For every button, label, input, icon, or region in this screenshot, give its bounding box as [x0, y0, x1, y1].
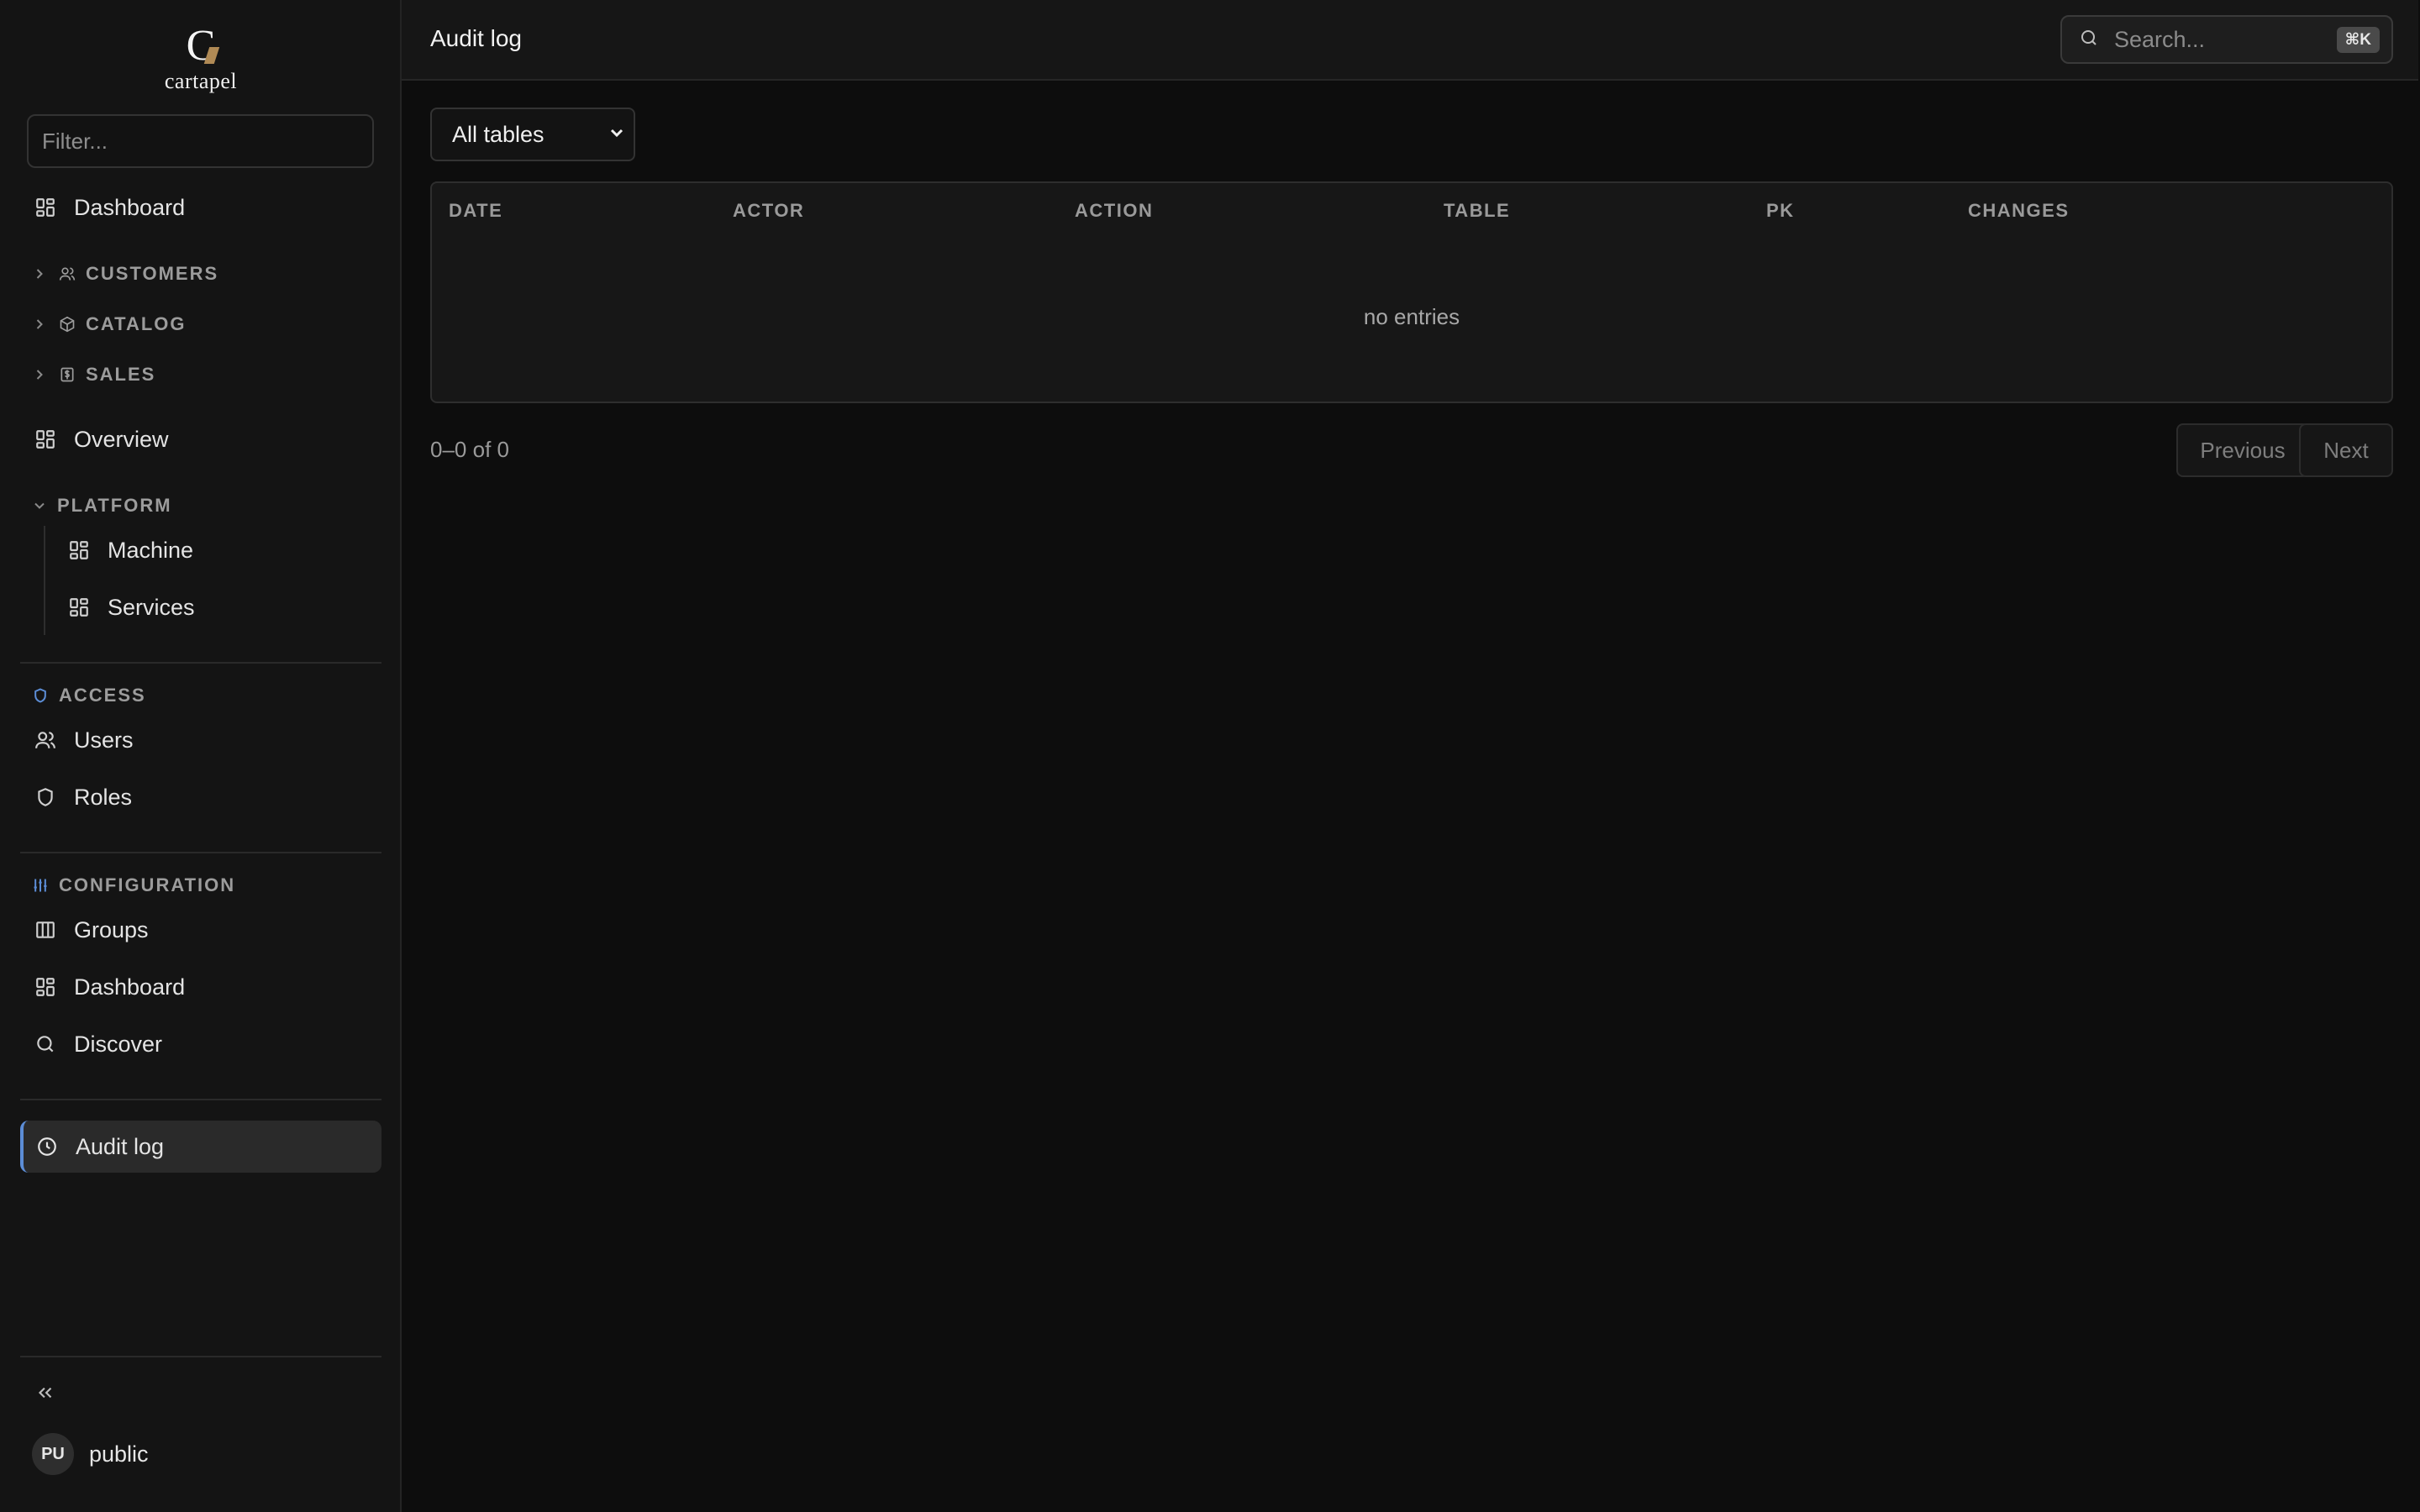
- avatar: PU: [32, 1433, 74, 1475]
- shortcut-badge: ⌘K: [2336, 26, 2380, 53]
- chevron-right-icon: [30, 365, 49, 384]
- chevron-down-icon: [607, 123, 627, 147]
- sidebar-divider: [20, 1099, 381, 1100]
- tree-line: [44, 526, 45, 635]
- column-header-action[interactable]: ACTION: [1075, 200, 1153, 222]
- brand-logo[interactable]: C cartapel: [0, 24, 402, 94]
- sidebar-item-label: Dashboard: [74, 194, 186, 220]
- chevron-right-icon: [30, 265, 49, 283]
- sidebar-item-label: Users: [74, 727, 134, 753]
- section-label: SALES: [86, 364, 156, 385]
- section-catalog[interactable]: CATALOG: [30, 307, 187, 341]
- users-icon: [34, 728, 57, 752]
- sidebar-item-label: Roles: [74, 784, 133, 810]
- sidebar-divider: [20, 662, 381, 664]
- section-label: CUSTOMERS: [86, 263, 219, 284]
- section-label: CONFIGURATION: [59, 874, 236, 895]
- sidebar-item-groups[interactable]: Groups: [20, 904, 381, 956]
- user-menu[interactable]: PU public: [32, 1433, 149, 1475]
- sliders-icon: [30, 875, 50, 895]
- sidebar-divider: [20, 852, 381, 853]
- grid-icon: [67, 538, 91, 562]
- logo-mark: C: [187, 24, 220, 68]
- chevron-right-icon: [30, 315, 49, 333]
- global-search[interactable]: Search... ⌘K: [2060, 15, 2393, 64]
- sidebar-item-users[interactable]: Users: [20, 714, 381, 766]
- sidebar-filter-input[interactable]: [27, 114, 374, 168]
- sidebar-item-overview[interactable]: Overview: [20, 413, 381, 465]
- sidebar-item-label: Discover: [74, 1031, 163, 1057]
- column-header-pk[interactable]: PK: [1766, 200, 1795, 222]
- sidebar-item-label: Services: [108, 594, 195, 620]
- shield-icon: [34, 785, 57, 809]
- logo-wordmark: cartapel: [164, 69, 238, 93]
- sidebar-item-dashboard[interactable]: Dashboard: [20, 181, 381, 234]
- main-content: Audit log Search... ⌘K All tables DATE A…: [402, 0, 2420, 1512]
- grid-icon: [34, 196, 57, 219]
- top-bar: Audit log Search... ⌘K: [402, 0, 2418, 81]
- column-header-table[interactable]: TABLE: [1444, 200, 1510, 222]
- next-page-button[interactable]: Next: [2299, 423, 2393, 477]
- search-icon: [34, 1032, 57, 1056]
- section-platform[interactable]: PLATFORM: [30, 489, 172, 522]
- clock-icon: [35, 1135, 59, 1158]
- section-label: CATALOG: [86, 313, 187, 334]
- section-sales[interactable]: SALES: [30, 358, 155, 391]
- sidebar-item-label: Groups: [74, 916, 149, 942]
- chevron-down-icon: [30, 496, 49, 515]
- section-customers[interactable]: CUSTOMERS: [30, 257, 218, 291]
- sidebar-item-roles[interactable]: Roles: [20, 771, 381, 823]
- dollar-square-icon: [57, 365, 77, 385]
- package-icon: [57, 314, 77, 334]
- sidebar-item-audit-log[interactable]: Audit log: [20, 1121, 381, 1173]
- column-header-date[interactable]: DATE: [449, 200, 502, 222]
- sidebar-item-config-dashboard[interactable]: Dashboard: [20, 961, 381, 1013]
- user-name: public: [89, 1441, 149, 1467]
- sidebar-item-label: Machine: [108, 537, 194, 563]
- columns-icon: [34, 918, 57, 942]
- users-icon: [57, 264, 77, 284]
- empty-state: no entries: [1363, 304, 1460, 329]
- grid-icon: [34, 975, 57, 999]
- sidebar-item-services[interactable]: Services: [54, 581, 381, 633]
- section-label: PLATFORM: [57, 495, 172, 516]
- sidebar: C cartapel Dashboard CUSTOMERS: [0, 0, 402, 1512]
- grid-icon: [67, 596, 91, 619]
- section-label: ACCESS: [59, 685, 146, 706]
- collapse-sidebar-button[interactable]: [32, 1381, 59, 1408]
- search-icon: [2079, 28, 2099, 52]
- audit-table: DATE ACTOR ACTION TABLE PK CHANGES no en…: [430, 181, 2393, 403]
- section-configuration: CONFIGURATION: [30, 869, 235, 902]
- page-title: Audit log: [430, 25, 522, 51]
- sidebar-item-machine[interactable]: Machine: [54, 524, 381, 576]
- column-header-actor[interactable]: ACTOR: [733, 200, 804, 222]
- chevrons-left-icon: [34, 1382, 56, 1408]
- shield-icon: [30, 685, 50, 706]
- app-root: C cartapel Dashboard CUSTOMERS: [0, 0, 2420, 1512]
- previous-page-button[interactable]: Previous: [2176, 423, 2309, 477]
- sidebar-item-label: Overview: [74, 426, 169, 452]
- column-header-changes[interactable]: CHANGES: [1968, 200, 2070, 222]
- sidebar-item-label: Audit log: [76, 1133, 165, 1159]
- section-access: ACCESS: [30, 679, 146, 712]
- select-value: All tables: [452, 121, 544, 147]
- table-filter-select[interactable]: All tables: [430, 108, 635, 161]
- search-input[interactable]: Search...: [2114, 27, 2322, 53]
- sidebar-item-discover[interactable]: Discover: [20, 1018, 381, 1070]
- grid-icon: [34, 428, 57, 451]
- sidebar-divider: [20, 1356, 381, 1357]
- sidebar-item-label: Dashboard: [74, 974, 186, 1000]
- pagination-range: 0–0 of 0: [430, 437, 509, 462]
